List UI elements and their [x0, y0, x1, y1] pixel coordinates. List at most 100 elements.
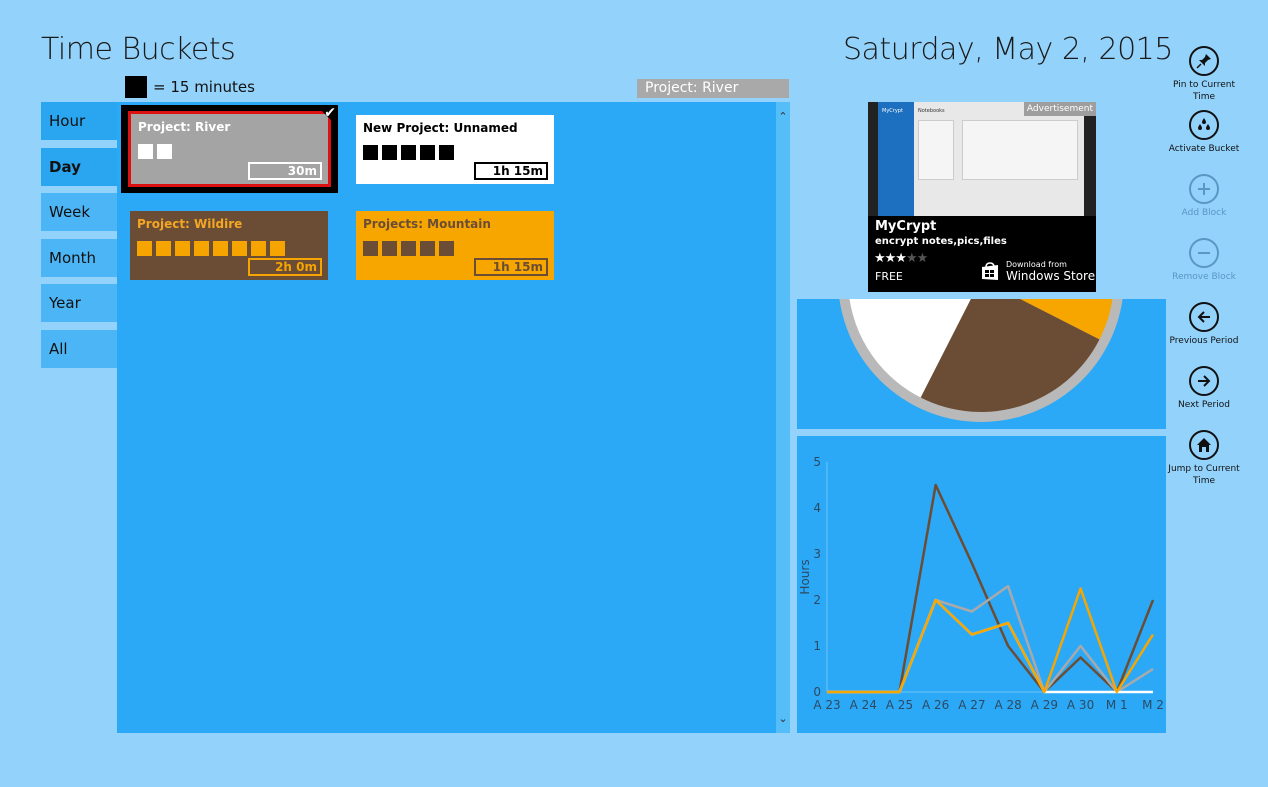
ad-star-on: ★★★ [874, 251, 907, 266]
app-title: Time Buckets [41, 32, 236, 67]
app-bar: Pin to Current Time Activate Bucket Add … [1168, 46, 1240, 494]
y-tick-label: 1 [813, 639, 821, 653]
buckets-panel [117, 102, 776, 733]
time-block [420, 241, 435, 256]
time-block [138, 144, 153, 159]
time-block [157, 144, 172, 159]
bucket-name: New Project: Unnamed [363, 121, 518, 135]
nav-year[interactable]: Year [41, 284, 117, 322]
ad-badge: Advertisement [1023, 102, 1096, 116]
series-line [827, 483, 1155, 694]
time-block [401, 241, 416, 256]
x-tick-label: A 25 [886, 698, 913, 712]
bucket-name: Project: River [138, 120, 231, 134]
nav-hour[interactable]: Hour [41, 102, 117, 140]
previous-period-button[interactable]: Previous Period [1168, 302, 1240, 366]
advertisement[interactable]: MyCrypt Notebooks Advertisement MyCrypt … [868, 102, 1096, 292]
pin-to-current-time-button[interactable]: Pin to Current Time [1168, 46, 1240, 110]
x-tick-label: M 1 [1106, 698, 1128, 712]
ad-star-off: ★★ [905, 251, 928, 266]
time-block [194, 241, 209, 256]
ad-shot-notes [962, 120, 1078, 180]
bucket-river[interactable]: Project: River 30m [128, 111, 331, 187]
arrow-left-icon [1189, 302, 1219, 332]
ad-tagline: encrypt notes,pics,files [875, 236, 1007, 247]
ad-shot-edge [1084, 102, 1096, 216]
time-block [382, 145, 397, 160]
appbar-label: Next Period [1178, 400, 1230, 410]
ad-shot-brand: MyCrypt [882, 108, 903, 114]
bucket-blocks [137, 241, 321, 256]
pie-chart [839, 299, 1123, 422]
x-tick-label: A 29 [1031, 698, 1058, 712]
legend-text: = 15 minutes [153, 78, 255, 96]
ad-shot-edge [868, 102, 878, 216]
x-tick-label: A 26 [922, 698, 949, 712]
bucket-wildire[interactable]: Project: Wildire 2h 0m [130, 211, 328, 280]
appbar-label: Previous Period [1169, 336, 1239, 346]
time-block [175, 241, 190, 256]
appbar-label: Add Block [1181, 208, 1227, 218]
time-block [420, 145, 435, 160]
ad-app-name: MyCrypt [875, 219, 937, 234]
y-axis-label: Hours [798, 559, 812, 594]
store-line1: Download from [1006, 260, 1067, 269]
time-block [137, 241, 152, 256]
legend-block-swatch [125, 76, 147, 98]
nav-day[interactable]: Day [41, 147, 117, 186]
bucket-blocks [138, 144, 321, 159]
add-block-button[interactable]: Add Block [1168, 174, 1240, 238]
ad-shot-sidebar: MyCrypt [878, 102, 914, 216]
store-line2: Windows Store [1006, 269, 1096, 283]
time-block [401, 145, 416, 160]
y-tick-label: 5 [813, 455, 821, 469]
scroll-up-icon[interactable]: ⌃ [776, 110, 790, 123]
bucket-mountain[interactable]: Projects: Mountain 1h 15m [356, 211, 554, 280]
time-block [363, 145, 378, 160]
line-chart-panel: 0 1 2 3 4 5 A 23 A 24 A 25 A 26 A 27 A 28 A 29 A 30 M … [797, 436, 1166, 733]
bucket-duration: 2h 0m [248, 258, 322, 276]
time-block [213, 241, 228, 256]
y-tick-label: 0 [813, 685, 821, 699]
bucket-duration: 1h 15m [474, 258, 548, 276]
windows-store-icon [982, 261, 998, 280]
x-tick-label: A 27 [958, 698, 985, 712]
line-chart: 0 1 2 3 4 5 A 23 A 24 A 25 A 26 A 27 A 28 A 29 A 30 M … [798, 455, 1164, 712]
scroll-down-icon[interactable]: ⌄ [776, 712, 790, 725]
time-block [439, 145, 454, 160]
ad-shot-heading: Notebooks [918, 108, 945, 114]
jump-to-current-time-button[interactable]: Jump to Current Time [1168, 430, 1240, 494]
ad-shot-list [918, 120, 954, 180]
x-tick-label: A 28 [994, 698, 1021, 712]
time-block [382, 241, 397, 256]
time-block [232, 241, 247, 256]
next-period-button[interactable]: Next Period [1168, 366, 1240, 430]
bucket-duration: 30m [248, 162, 322, 180]
block-legend: = 15 minutes [125, 76, 255, 98]
minus-icon [1189, 238, 1219, 268]
bucket-blocks [363, 241, 547, 256]
activate-bucket-button[interactable]: Activate Bucket [1168, 110, 1240, 174]
current-date: Saturday, May 2, 2015 [843, 32, 1173, 67]
nav-month[interactable]: Month [41, 238, 117, 277]
nav-all[interactable]: All [41, 329, 117, 368]
nav-week[interactable]: Week [41, 193, 117, 231]
bucket-unnamed[interactable]: New Project: Unnamed 1h 15m [356, 115, 554, 184]
x-tick-label: A 30 [1067, 698, 1094, 712]
bucket-drops-icon [1189, 110, 1219, 140]
x-tick-label: M 2 [1142, 698, 1164, 712]
y-tick-label: 2 [813, 593, 821, 607]
appbar-label: Remove Block [1172, 272, 1236, 282]
bucket-blocks [363, 145, 547, 160]
bucket-name: Project: Wildire [137, 217, 243, 231]
selected-project-label: Project: River [637, 79, 789, 98]
windows-store-badge[interactable]: Download from Windows Store [980, 260, 1095, 283]
bucket-river-selection[interactable]: Project: River 30m ✔ [121, 105, 338, 193]
remove-block-button[interactable]: Remove Block [1168, 238, 1240, 302]
x-tick-label: A 24 [850, 698, 877, 712]
arrow-right-icon [1189, 366, 1219, 396]
plus-icon [1189, 174, 1219, 204]
buckets-scrollbar[interactable]: ⌃ ⌄ [776, 102, 790, 733]
time-block [156, 241, 171, 256]
time-block [439, 241, 454, 256]
